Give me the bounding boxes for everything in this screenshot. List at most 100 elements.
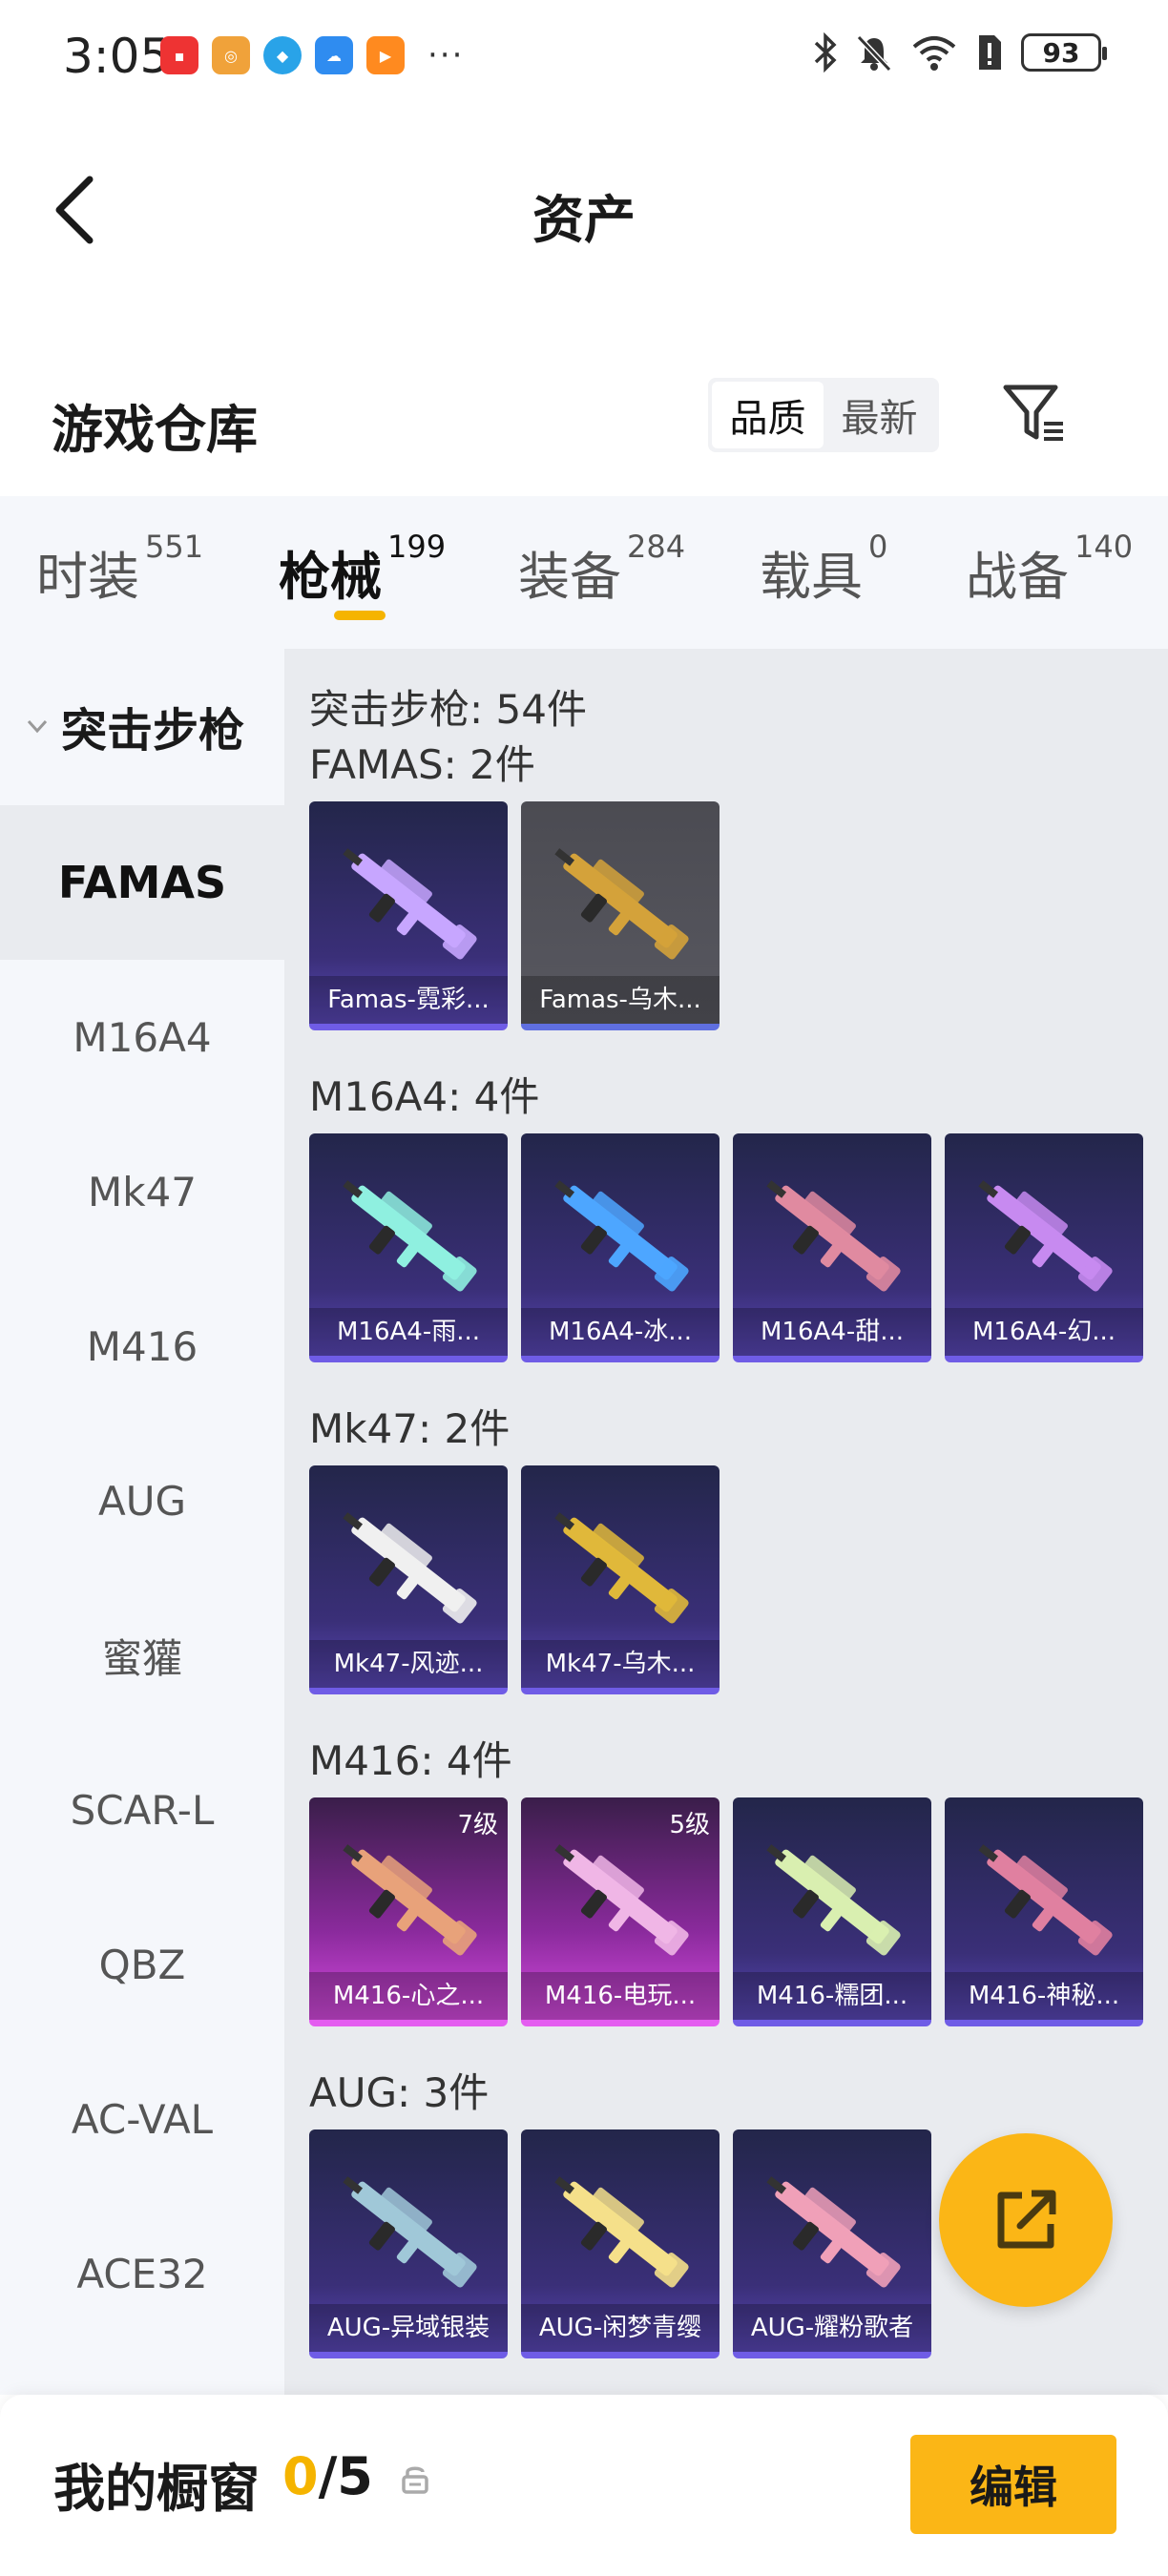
weapon-group-title: Mk47: 2件 (309, 1405, 511, 1452)
sidebar-item-scar-l[interactable]: SCAR-L (0, 1733, 284, 1887)
tab-count: 551 (145, 529, 204, 565)
weapon-name: M16A4-幻... (945, 1308, 1143, 1356)
tab-vehicles[interactable]: 载具 0 (760, 529, 887, 610)
weapon-card[interactable]: M16A4-幻... (945, 1133, 1143, 1362)
weapon-skin-icon (343, 1180, 477, 1292)
chevron-down-icon (27, 719, 48, 734)
weather-app-icon: ☁ (315, 36, 353, 74)
weapon-card[interactable]: M16A4-冰... (521, 1133, 720, 1362)
lock-icon (402, 2466, 428, 2494)
video-app-icon: ▶ (366, 36, 405, 74)
music-app-icon: ◎ (212, 36, 250, 74)
sidebar-item-m416[interactable]: M416 (0, 1269, 284, 1423)
tab-label: 战备 (966, 547, 1069, 607)
weapon-name: AUG-异域银装 (309, 2304, 508, 2352)
weapon-card[interactable]: AUG-异域银装 (309, 2129, 508, 2358)
weapon-name: M416-糯团... (733, 1972, 931, 2020)
weapon-name: AUG-耀粉歌者 (733, 2304, 931, 2352)
weapon-level-badge: 7级 (457, 1811, 498, 1839)
battery-indicator: 93 (1021, 33, 1107, 72)
section-title: 游戏仓库 (52, 400, 258, 460)
filter-icon[interactable] (1000, 380, 1067, 447)
weapon-skin-icon (343, 848, 477, 960)
more-notifications-icon: ··· (428, 36, 465, 74)
notification-icons: ▪ ◎ ◆ ☁ ▶ ··· (160, 36, 464, 74)
sidebar-item-famas[interactable]: FAMAS (0, 805, 284, 960)
weapon-level-badge: 5级 (669, 1811, 710, 1839)
weapon-name: M416-电玩... (521, 1972, 720, 2020)
weapon-skin-icon (554, 1844, 689, 1956)
weapon-group-title: M416: 4件 (309, 1737, 512, 1784)
edit-button[interactable]: 编辑 (910, 2435, 1116, 2534)
page-title: 资产 (532, 190, 636, 250)
tab-label: 时装 (36, 547, 139, 607)
weapon-skin-icon (554, 1512, 689, 1624)
warehouse-header: 游戏仓库 品质 最新 (0, 363, 1168, 496)
weapon-group-title: AUG: 3件 (309, 2069, 490, 2116)
weapon-skin-icon (766, 1844, 901, 1956)
weapon-group-title: M16A4: 4件 (309, 1073, 540, 1120)
tab-fashion[interactable]: 时装 551 (36, 529, 203, 610)
tab-weapons[interactable]: 枪械 199 (279, 529, 446, 610)
weapon-skin-icon (978, 1180, 1113, 1292)
sort-by-newest[interactable]: 最新 (824, 382, 935, 448)
bluetooth-icon (814, 32, 837, 73)
weapon-skin-icon (978, 1844, 1113, 1956)
weapon-card[interactable]: Mk47-风迹... (309, 1465, 508, 1694)
weapon-card[interactable]: M16A4-甜... (733, 1133, 931, 1362)
weapon-skin-icon (766, 2176, 901, 2288)
sidebar-item-mk47[interactable]: Mk47 (0, 1114, 284, 1269)
status-indicators: 93 (813, 32, 1107, 73)
weapon-skin-icon (554, 2176, 689, 2288)
showcase-count: 0/5 (282, 2446, 373, 2506)
weapon-card[interactable]: Famas-乌木... (521, 801, 720, 1030)
weapon-name: M16A4-甜... (733, 1308, 931, 1356)
weapon-name: Famas-霓彩... (309, 976, 508, 1024)
weapon-card[interactable]: 5级 M416-电玩... (521, 1797, 720, 2026)
weapon-name: M16A4-雨... (309, 1308, 508, 1356)
status-bar: 3:05 ▪ ◎ ◆ ☁ ▶ ··· 93 (0, 0, 1168, 114)
weapon-card[interactable]: M16A4-雨... (309, 1133, 508, 1362)
weapon-card[interactable]: M416-糯团... (733, 1797, 931, 2026)
sidebar-item-aug[interactable]: AUG (0, 1423, 284, 1578)
weapon-name: AUG-闲梦青缨 (521, 2304, 720, 2352)
sidebar-item-ace32[interactable]: ACE32 (0, 2196, 284, 2351)
tab-count: 199 (387, 529, 447, 565)
tab-equipment[interactable]: 装备 284 (518, 529, 685, 610)
weapon-skin-icon (766, 1180, 901, 1292)
weapon-type-sidebar: 突击步枪 FAMAS M16A4 Mk47 M416 AUG 蜜獾 SCAR-L… (0, 649, 284, 2395)
weapon-card[interactable]: Famas-霓彩... (309, 801, 508, 1030)
top-nav: 资产 (0, 143, 1168, 267)
weapon-card[interactable]: Mk47-乌木... (521, 1465, 720, 1694)
sidebar-item-qbz[interactable]: QBZ (0, 1887, 284, 2042)
sim-alert-icon (979, 35, 1001, 70)
sidebar-item-honey-badger[interactable]: 蜜獾 (0, 1578, 284, 1733)
weapon-name: Mk47-风迹... (309, 1640, 508, 1688)
tab-count: 0 (868, 529, 888, 565)
category-tabs: 时装 551 枪械 199 装备 284 载具 0 战备 140 (0, 496, 1168, 649)
sort-by-quality[interactable]: 品质 (712, 382, 824, 448)
sidebar-group-label: 突击步枪 (61, 704, 245, 758)
weapon-card[interactable]: AUG-闲梦青缨 (521, 2129, 720, 2358)
weapon-skin-icon (343, 1844, 477, 1956)
weapon-skin-icon (343, 2176, 477, 2288)
weapon-grid: 突击步枪: 54件 FAMAS: 2件 Famas-霓彩... Famas-乌木..… (284, 649, 1168, 2395)
weapon-skin-icon (343, 1512, 477, 1624)
sort-toggle: 品质 最新 (708, 378, 939, 452)
weapon-card[interactable]: AUG-耀粉歌者 (733, 2129, 931, 2358)
sidebar-item-ac-val[interactable]: AC-VAL (0, 2042, 284, 2196)
weapon-card[interactable]: 7级 M416-心之... (309, 1797, 508, 2026)
weapon-skin-icon (554, 848, 689, 960)
showcase-bar: 我的橱窗 0/5 编辑 (0, 2395, 1168, 2576)
mute-bell-icon (856, 34, 892, 72)
browser-app-icon: ◆ (263, 36, 302, 74)
wifi-icon (912, 36, 956, 71)
tab-supplies[interactable]: 战备 140 (966, 529, 1133, 610)
weapon-name: Famas-乌木... (521, 976, 720, 1024)
sidebar-group-assault-rifles[interactable]: 突击步枪 (0, 649, 284, 803)
weapon-card[interactable]: M416-神秘... (945, 1797, 1143, 2026)
share-button[interactable] (939, 2133, 1113, 2307)
sidebar-item-m16a4[interactable]: M16A4 (0, 960, 284, 1114)
tab-count: 284 (627, 529, 686, 565)
weapon-skin-icon (554, 1180, 689, 1292)
